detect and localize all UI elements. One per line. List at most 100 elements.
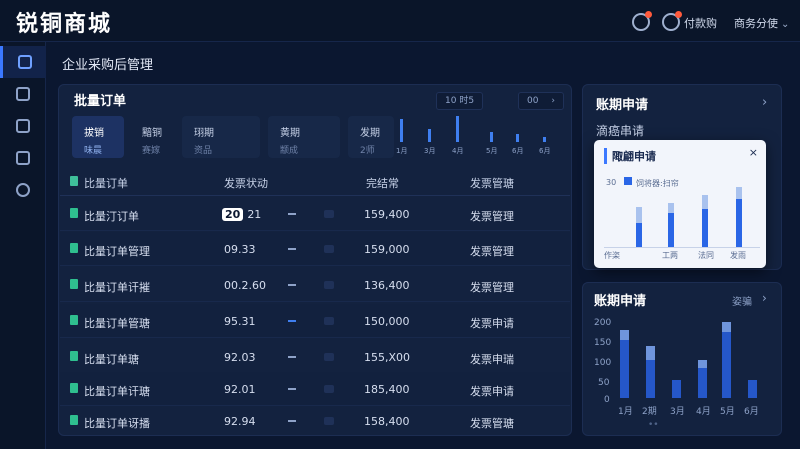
pagination-dots[interactable]: •• (648, 420, 659, 430)
document-icon (70, 243, 78, 253)
period-bar-secondary (646, 346, 655, 360)
notification-dot (675, 11, 682, 18)
mini-chart-bar (516, 134, 519, 142)
popup-bar (668, 213, 674, 247)
tag-icon (324, 385, 334, 393)
tab-label: 黄期 (280, 128, 300, 139)
tab-3[interactable]: 黄期 颛成 (268, 116, 340, 158)
tab-sub: 颛成 (280, 146, 299, 156)
tab-4[interactable]: 发期 2师 (348, 116, 394, 158)
order-amount: 185,400 (364, 383, 410, 396)
table-header: 比量订单 发票状动 完结常 发票管瑭 (60, 166, 570, 196)
table-row[interactable]: 比量订单管理 09.33 159,000 发票管理 (60, 232, 570, 266)
message-icon[interactable] (632, 11, 652, 31)
mini-chart-label: 5月 (486, 147, 498, 155)
tag-icon (324, 317, 334, 325)
column-header-invoice[interactable]: 发票状动 (224, 175, 268, 191)
invoice-code: 00.2.60 (224, 279, 266, 292)
mini-chart-bar (543, 137, 546, 142)
tab-2[interactable]: 珝期 资品 (182, 116, 260, 158)
sidebar-item-orders[interactable] (0, 110, 46, 142)
invoice-status-link[interactable]: 发票管瑭 (470, 415, 514, 431)
sidebar (0, 42, 46, 449)
chevron-right-icon[interactable]: › (762, 291, 767, 305)
tab-sub: 2师 (360, 146, 375, 156)
order-name: 比量订单讦摧 (84, 281, 150, 294)
invoice-status-link[interactable]: 发票管理 (470, 243, 514, 259)
x-axis-label: 4月 (696, 407, 711, 417)
period-panel-subtitle: 滴癌串请 (596, 124, 645, 138)
period-bar (620, 340, 629, 398)
document-icon (70, 351, 78, 361)
document-icon (70, 415, 78, 425)
folder-icon (16, 151, 30, 165)
y-tick-label: 200 (594, 318, 612, 328)
user-icon[interactable] (662, 11, 682, 31)
popup-legend: 饲将器:扫帘 (636, 179, 679, 188)
period-bar (722, 332, 731, 398)
column-header-status[interactable]: 发票管瑭 (470, 175, 514, 191)
table-row[interactable]: 比量订单瑭 92.03 155,X00 发票申瑞 (60, 340, 570, 374)
user-menu-label: 商务分使 (734, 17, 778, 30)
order-name: 比量订单瑭 (84, 353, 139, 366)
user-menu[interactable]: 商务分使 ⌄ (734, 15, 789, 31)
x-axis-label: 1月 (618, 407, 633, 417)
sidebar-item-settings[interactable] (0, 174, 46, 206)
chevron-right-icon: › (551, 96, 555, 106)
y-tick-label: 100 (594, 358, 612, 368)
table-row[interactable]: 比量汀订单 20 21 159,400 发票管理 (60, 197, 570, 231)
order-amount: 136,400 (364, 279, 410, 292)
order-name: 比量订单管瑭 (84, 317, 150, 330)
chevron-right-icon[interactable]: › (762, 95, 767, 110)
invoice-status-link[interactable]: 发票管理 (470, 279, 514, 295)
y-tick-label: 50 (598, 378, 610, 388)
popup-bar-secondary (736, 187, 742, 199)
period-panel-title: 账期申请 (596, 98, 649, 113)
time-filter-chip[interactable]: 10 时5 (436, 92, 484, 110)
period-bar (646, 360, 655, 398)
column-header-name[interactable]: 比量订单 (84, 175, 128, 191)
tab-0[interactable]: 拔销 味晨 (72, 116, 124, 158)
table-row[interactable]: 比量订单讶播 92.94 158,400 发票管瑭 (60, 404, 570, 438)
table-row[interactable]: 比量订单讦摧 00.2.60 136,400 发票管理 (60, 268, 570, 302)
tag-icon (324, 281, 334, 289)
sidebar-item-files[interactable] (0, 142, 46, 174)
table-row[interactable]: 比量订单管瑭 95.31 150,000 发票申请 (60, 304, 570, 338)
sidebar-item-home[interactable] (0, 46, 46, 78)
invoice-status-link[interactable]: 发票申瑞 (470, 351, 514, 367)
x-axis-label: 发雨 (730, 251, 746, 260)
list-icon (16, 119, 30, 133)
order-amount: 159,400 (364, 208, 410, 221)
invoice-status-link[interactable]: 发票申请 (470, 383, 514, 399)
x-axis-label: 6月 (744, 407, 759, 417)
x-axis-label: 2期 (642, 407, 657, 417)
tab-label: 发期 (360, 128, 380, 139)
popup-title: 陬翩申请 (604, 148, 656, 164)
sidebar-item-apps[interactable] (0, 78, 46, 110)
y-tick-label: 150 (594, 338, 612, 348)
mini-chart-label: 6月 (539, 147, 551, 155)
close-icon[interactable]: × (749, 146, 758, 159)
popup-bar-secondary (702, 195, 708, 209)
mini-chart-label: 1月 (396, 147, 408, 155)
x-axis-label: 5月 (720, 407, 735, 417)
pay-link[interactable]: 付款购 (684, 15, 717, 31)
table-row[interactable]: 比量订单讦瑭 92.01 185,400 发票申请 (60, 372, 570, 406)
column-header-amount[interactable]: 完结常 (366, 175, 399, 191)
axis-line (604, 247, 760, 248)
period-bar (698, 368, 707, 398)
page-chip[interactable]: 00 › (518, 92, 564, 110)
invoice-code: 20 21 (222, 208, 261, 221)
document-icon (70, 208, 78, 218)
popup-bar (636, 223, 642, 247)
brand-logo[interactable]: 锐铜商城 (16, 6, 112, 38)
period-bar-secondary (698, 360, 707, 368)
equals-icon (288, 356, 296, 358)
tab-label: 黯铜 (142, 128, 162, 139)
period-panel-2-title: 账期申请 (594, 294, 647, 309)
invoice-status-link[interactable]: 发票管理 (470, 208, 514, 224)
invoice-status-link[interactable]: 发票申请 (470, 315, 514, 331)
period-bar-secondary (620, 330, 629, 340)
period-panel-2-link[interactable]: 姿骗 (732, 293, 752, 308)
tab-1[interactable]: 黯铜 赛嫁 (130, 116, 182, 158)
